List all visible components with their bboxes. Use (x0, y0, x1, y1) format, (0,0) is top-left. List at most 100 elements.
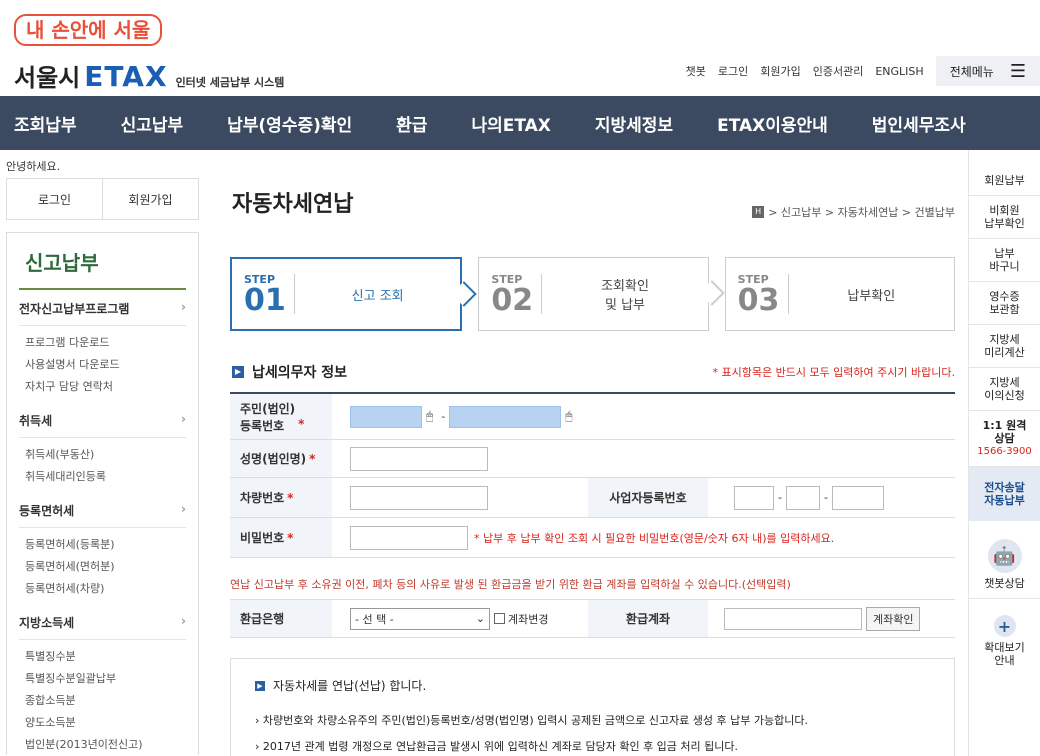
step-3: STEP 03 납부확인 (724, 257, 955, 331)
bank-select[interactable]: - 선 택 - ⌄ (350, 607, 490, 630)
required-star: * (287, 490, 294, 505)
util-chatbot[interactable]: 챗봇 (686, 63, 706, 79)
section-bullet-icon: ▶ (232, 366, 244, 378)
refund-note: 연납 신고납부 후 소유권 이전, 폐차 등의 사유로 발생 된 환급금을 받기… (230, 578, 791, 591)
category-label: 지방소득세 (19, 616, 75, 630)
chevron-right-icon: › (181, 412, 186, 426)
brand-etax: ETAX (84, 60, 168, 93)
nav-item-my-etax[interactable]: 나의ETAX (471, 111, 550, 136)
sidebar-item[interactable]: 종합소득분 (19, 689, 186, 711)
seoul-slogan-logo[interactable]: 내 손안에 서울 (14, 14, 163, 46)
required-star: * (287, 530, 294, 545)
sidebar-item[interactable]: 등록면허세(차량) (19, 577, 186, 604)
sidebar-item[interactable]: 취득세대리인등록 (19, 465, 186, 492)
nav-item-inquiry-pay[interactable]: 조회납부 (14, 111, 77, 136)
pw-label: 비밀번호 * (230, 518, 332, 557)
sidebar-item[interactable]: 프로그램 다운로드 (19, 326, 186, 353)
quick-guest-check[interactable]: 비회원 납부확인 (969, 196, 1040, 239)
chevron-right-icon: › (181, 502, 186, 516)
car-number-input[interactable] (350, 485, 488, 510)
name-input[interactable] (350, 446, 488, 471)
category-label: 등록면허세 (19, 504, 75, 518)
car-label: 차량번호 * (230, 478, 332, 517)
category-label: 전자신고납부프로그램 (19, 302, 130, 316)
account-change-label: 계좌변경 (508, 612, 549, 626)
nav-item-corp-audit[interactable]: 법인세무조사 (872, 111, 966, 136)
sidebar-item[interactable]: 자치구 담당 연락처 (19, 375, 186, 402)
account-input[interactable] (724, 607, 862, 630)
sidebar-login-button[interactable]: 로그인 (7, 179, 102, 219)
quick-receipt-box[interactable]: 영수증 보관함 (969, 282, 1040, 325)
util-cert[interactable]: 인증서관리 (813, 63, 864, 79)
remote-label: 1:1 원격 상담 (982, 419, 1027, 445)
required-note: * 표시항목은 반드시 모두 입력하여 주시기 바랍니다. (712, 366, 956, 379)
sidebar-join-button[interactable]: 회원가입 (102, 179, 198, 219)
sidebar-item[interactable]: 법인분(2013년이전신고) (19, 733, 186, 755)
step-indicator: STEP 01 신고 조회 STEP 02 조회확인 및 납부 STEP 03 납부확… (230, 257, 955, 331)
sidebar-category-acquisition[interactable]: 취득세 › (19, 402, 186, 438)
biz-no-1-input[interactable] (734, 485, 774, 510)
biz-no-2-input[interactable] (785, 485, 820, 510)
all-menu-button[interactable]: 전체메뉴 ☰ (935, 56, 1040, 86)
quick-zoom[interactable]: + 확대보기 안내 (969, 599, 1040, 675)
id-label-text: 주민(법인) 등록번호 (240, 401, 296, 433)
account-verify-button[interactable]: 계좌확인 (866, 606, 921, 631)
hamburger-icon: ☰ (1009, 60, 1026, 82)
taxpayer-form: 주민(법인) 등록번호 * 🖱 - 🖱 성명(법인명) * 차량번호 * 사업자등록번… (230, 392, 955, 558)
info-heading: 자동차세를 연납(선납) 합니다. (273, 679, 427, 693)
quick-member-pay[interactable]: 회원납부 (969, 150, 1040, 196)
chatbot-icon: 🤖 (987, 539, 1022, 573)
mouse-icon[interactable]: 🖱 (426, 409, 433, 424)
quick-basket[interactable]: 납부 바구니 (969, 239, 1040, 282)
section-header: ▶ 납세의무자 정보 * 표시항목은 반드시 모두 입력하여 주시기 바랍니다. (232, 362, 955, 382)
etax-logo[interactable]: 서울시 ETAX 인터넷 세금납부 시스템 (14, 58, 284, 93)
sidebar-item[interactable]: 등록면허세(등록분) (19, 528, 186, 555)
nav-item-local-tax-info[interactable]: 지방세정보 (595, 111, 673, 136)
nav-item-refund[interactable]: 환급 (396, 111, 427, 136)
sidebar-item[interactable]: 양도소득분 (19, 711, 186, 733)
nav-item-receipt[interactable]: 납부(영수증)확인 (227, 111, 352, 136)
quick-objection[interactable]: 지방세 이의신청 (969, 368, 1040, 411)
mouse-icon[interactable]: 🖱 (565, 409, 572, 424)
util-join[interactable]: 회원가입 (760, 63, 800, 79)
main-nav: 조회납부 신고납부 납부(영수증)확인 환급 나의ETAX 지방세정보 ETAX… (0, 96, 1040, 150)
brand-subtitle: 인터넷 세금납부 시스템 (175, 76, 285, 89)
quick-auto-pay[interactable]: 전자송달 자동납부 (969, 467, 1040, 521)
password-note: * 납부 후 납부 확인 조회 시 필요한 비밀번호(영문/숫자 6자 내)를 … (474, 531, 835, 545)
left-sidebar: 안녕하세요. 로그인 회원가입 신고납부 전자신고납부프로그램 › 프로그램 다운… (0, 150, 205, 755)
step-1: STEP 01 신고 조회 (230, 257, 478, 331)
utility-links: 챗봇 로그인 회원가입 인증서관리 ENGLISH 전체메뉴 ☰ (686, 56, 1040, 86)
id-first-field[interactable] (350, 405, 422, 428)
name-label-text: 성명(법인명) (240, 452, 307, 466)
quick-chatbot[interactable]: 🤖 챗봇상담 (969, 521, 1040, 599)
account-change-checkbox[interactable] (494, 613, 505, 624)
step-2: STEP 02 조회확인 및 납부 (478, 257, 725, 331)
sidebar-item[interactable]: 특별징수분일괄납부 (19, 667, 186, 689)
home-icon[interactable]: H (752, 206, 765, 218)
quick-remote-support[interactable]: 1:1 원격 상담 1566-3900 (969, 411, 1040, 467)
zoom-label: 확대보기 안내 (984, 641, 1025, 667)
sidebar-section-title: 신고납부 (19, 243, 186, 290)
sidebar-category-registration[interactable]: 등록면허세 › (19, 492, 186, 528)
util-english[interactable]: ENGLISH (875, 65, 923, 78)
sidebar-item[interactable]: 특별징수분 (19, 640, 186, 667)
util-login[interactable]: 로그인 (718, 63, 748, 79)
page-title: 자동차세연납 (232, 192, 354, 217)
sidebar-category-program[interactable]: 전자신고납부프로그램 › (19, 290, 186, 326)
plus-icon: + (993, 615, 1016, 637)
password-input[interactable] (350, 525, 468, 550)
sidebar-item[interactable]: 사용설명서 다운로드 (19, 353, 186, 375)
sidebar-item[interactable]: 취득세(부동산) (19, 438, 186, 465)
category-label: 취득세 (19, 414, 53, 428)
sidebar-item[interactable]: 등록면허세(면허분) (19, 555, 186, 577)
id-second-field[interactable] (449, 405, 562, 428)
quick-calc[interactable]: 지방세 미리계산 (969, 325, 1040, 368)
sidebar-category-income[interactable]: 지방소득세 › (19, 604, 186, 640)
step-number: 03 (737, 282, 780, 318)
biz-no-3-input[interactable] (831, 485, 884, 510)
breadcrumb-path: > 신고납부 > 자동차세연납 > 건별납부 (768, 206, 955, 219)
nav-item-report-pay[interactable]: 신고납부 (121, 111, 184, 136)
nav-item-etax-guide[interactable]: ETAX이용안내 (717, 111, 828, 136)
section-title: 납세의무자 정보 (252, 365, 348, 381)
biz-label: 사업자등록번호 (588, 478, 708, 517)
